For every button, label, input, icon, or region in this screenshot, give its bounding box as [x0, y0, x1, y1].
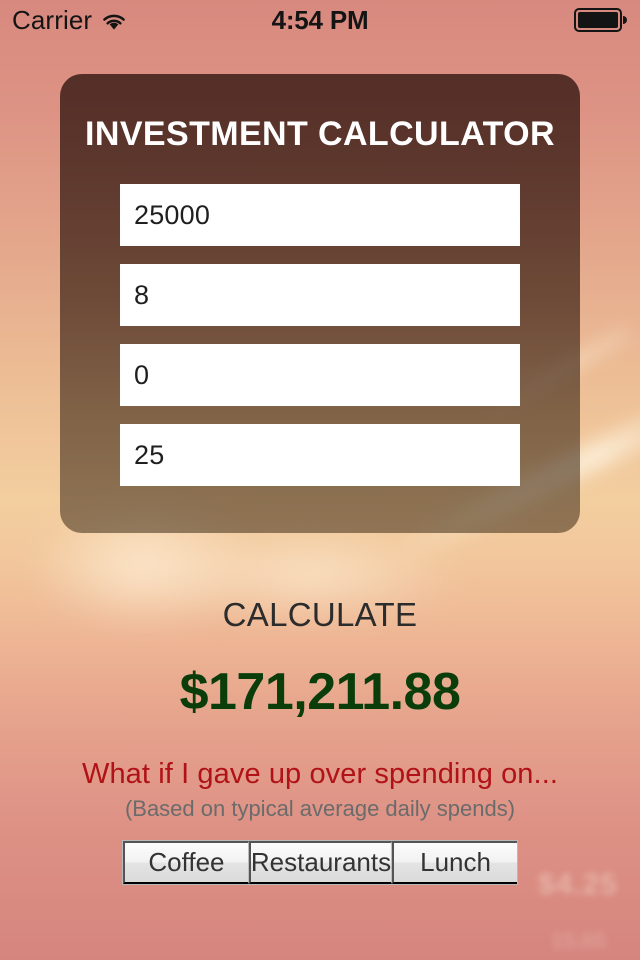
years-input[interactable]: 25 [120, 424, 520, 486]
status-bar-left: Carrier [12, 5, 127, 36]
status-bar-right [574, 8, 628, 32]
rate-input-value: 8 [134, 279, 150, 310]
whatif-heading: What if I gave up over spending on... [81, 758, 559, 790]
background-ghost-number-secondary: 15.65 [550, 928, 606, 953]
calculator-card: INVESTMENT CALCULATOR 25000 8 0 25 [60, 74, 580, 533]
status-bar: Carrier 4:54 PM [0, 0, 640, 40]
compound-input-value: 0 [134, 359, 150, 390]
background-ghost-number: $4.25 [537, 868, 618, 901]
segment-lunch[interactable]: Lunch [392, 841, 517, 884]
compound-input[interactable]: 0 [120, 344, 520, 406]
result-amount: $171,211.88 [179, 663, 461, 721]
segment-coffee[interactable]: Coffee [123, 841, 249, 884]
whatif-subheading: (Based on typical average daily spends) [124, 796, 516, 821]
calculate-button[interactable]: CALCULATE [0, 596, 640, 634]
carrier-label: Carrier [12, 4, 93, 35]
years-input-value: 25 [134, 439, 165, 470]
principal-input-value: 25000 [134, 199, 211, 230]
page-title: INVESTMENT CALCULATOR [85, 115, 555, 153]
spend-category-segmented-control[interactable]: Coffee Restaurants Lunch [122, 840, 518, 885]
rate-input[interactable]: 8 [120, 264, 520, 326]
principal-input[interactable]: 25000 [120, 184, 520, 246]
wifi-icon [101, 9, 127, 32]
battery-full-icon [574, 8, 628, 32]
segment-restaurants[interactable]: Restaurants [248, 841, 393, 884]
